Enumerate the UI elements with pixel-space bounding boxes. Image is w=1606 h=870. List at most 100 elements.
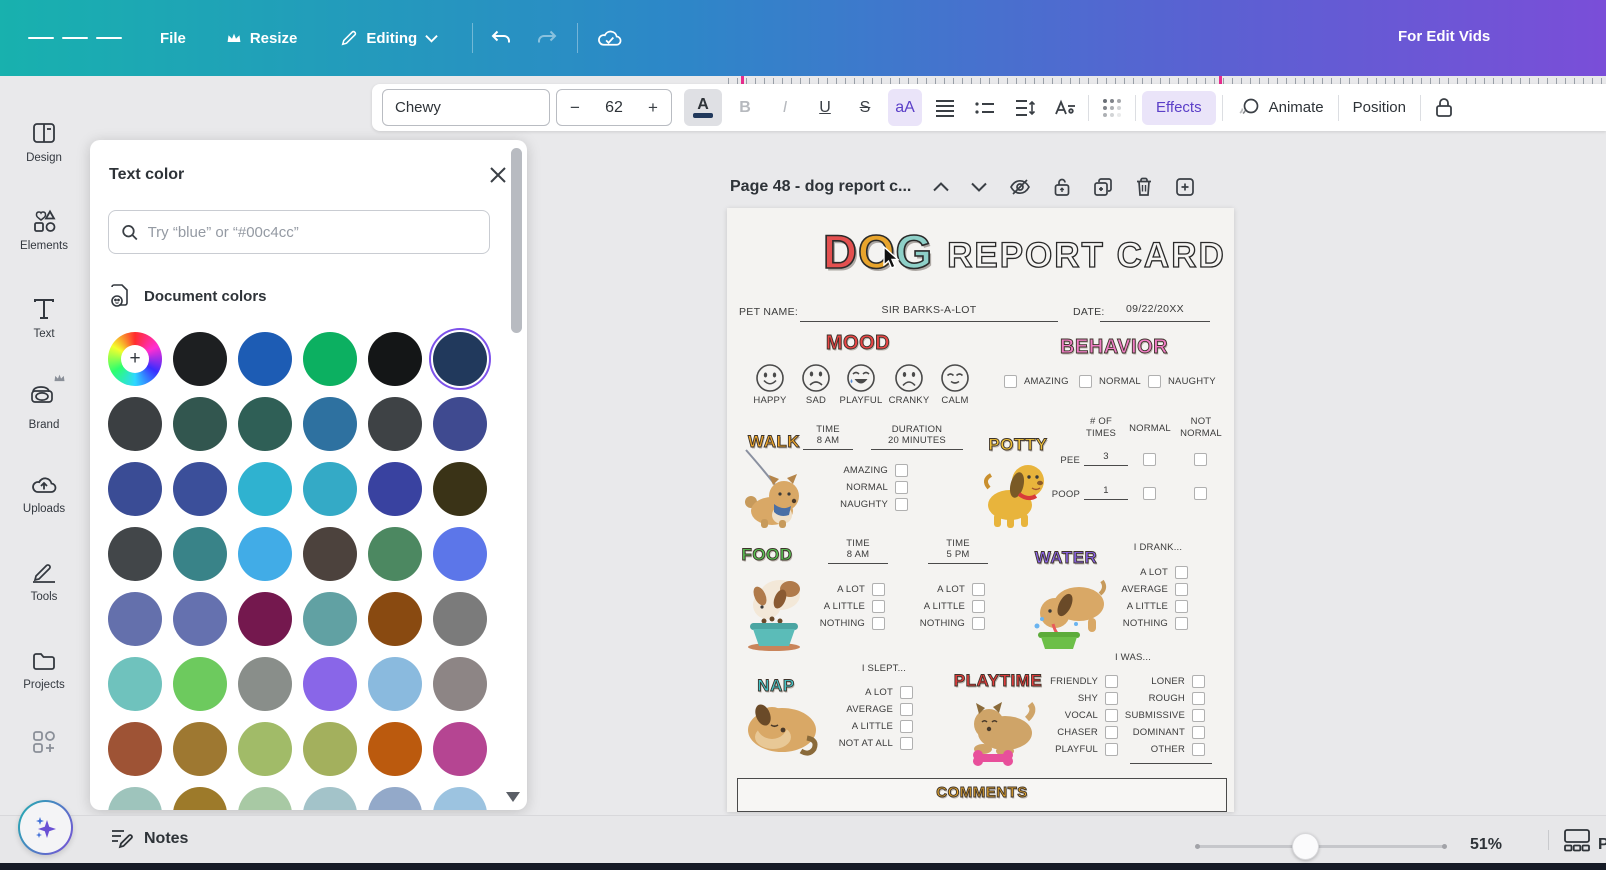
color-swatch[interactable]	[238, 332, 292, 386]
color-swatch[interactable]	[108, 722, 162, 776]
card-title[interactable]: DOG REPORT CARD	[823, 228, 1226, 275]
position-button[interactable]: Position	[1345, 99, 1414, 116]
color-swatch[interactable]	[433, 527, 487, 581]
color-swatch[interactable]	[238, 722, 292, 776]
color-swatch[interactable]	[303, 722, 357, 776]
move-page-down-button[interactable]	[971, 182, 987, 192]
transparency-button[interactable]	[1095, 89, 1129, 126]
color-swatch[interactable]	[238, 397, 292, 451]
text-case-button[interactable]: aA	[888, 89, 922, 126]
color-swatch[interactable]	[238, 462, 292, 516]
color-swatch[interactable]	[368, 787, 422, 810]
lock-page-button[interactable]	[1053, 177, 1071, 197]
panel-scrollbar[interactable]	[511, 148, 522, 333]
hide-page-button[interactable]	[1009, 178, 1031, 196]
duplicate-page-button[interactable]	[1093, 177, 1113, 197]
color-swatch[interactable]	[433, 787, 487, 810]
file-menu-button[interactable]: File	[160, 30, 186, 47]
font-family-selector[interactable]: Chewy	[382, 89, 550, 126]
sidebar-item-apps[interactable]	[6, 714, 82, 770]
animate-button[interactable]: Animate	[1229, 97, 1332, 119]
color-swatch[interactable]	[303, 592, 357, 646]
color-swatch[interactable]	[368, 462, 422, 516]
redo-button[interactable]	[535, 26, 559, 50]
color-swatch[interactable]	[173, 332, 227, 386]
line-spacing-button[interactable]	[1008, 89, 1042, 126]
color-swatch[interactable]	[173, 592, 227, 646]
close-panel-button[interactable]	[485, 162, 511, 188]
sidebar-item-brand[interactable]: Brand	[6, 362, 82, 450]
main-menu-button[interactable]	[28, 32, 122, 45]
color-swatch[interactable]	[303, 527, 357, 581]
color-swatch[interactable]	[433, 332, 487, 386]
zoom-percentage[interactable]: 51%	[1470, 836, 1502, 854]
letter-spacing-button[interactable]	[1048, 89, 1082, 126]
list-button[interactable]	[968, 89, 1002, 126]
color-swatch[interactable]	[173, 397, 227, 451]
color-swatch[interactable]	[108, 657, 162, 711]
magic-assistant-button[interactable]	[18, 800, 73, 855]
font-size-value[interactable]: 62	[605, 99, 623, 117]
color-swatch[interactable]	[368, 722, 422, 776]
delete-page-button[interactable]	[1135, 177, 1153, 197]
comments-section[interactable]: COMMENTS	[737, 778, 1227, 812]
color-swatch[interactable]	[173, 527, 227, 581]
font-size-increase-button[interactable]: +	[645, 98, 661, 118]
sidebar-item-uploads[interactable]: Uploads	[6, 450, 82, 538]
color-swatch[interactable]	[303, 787, 357, 810]
color-swatch[interactable]	[368, 657, 422, 711]
color-swatch[interactable]	[173, 462, 227, 516]
color-swatch[interactable]	[173, 722, 227, 776]
add-page-button[interactable]	[1175, 177, 1195, 197]
color-swatch[interactable]	[108, 397, 162, 451]
add-color-button[interactable]: +	[108, 332, 162, 386]
color-swatch[interactable]	[108, 787, 162, 810]
color-swatch[interactable]	[433, 592, 487, 646]
move-page-up-button[interactable]	[933, 182, 949, 192]
color-swatch[interactable]	[433, 397, 487, 451]
zoom-slider-thumb[interactable]	[1292, 833, 1319, 860]
page-title[interactable]: Page 48 - dog report c...	[730, 178, 911, 196]
color-swatch[interactable]	[173, 657, 227, 711]
color-swatch[interactable]	[303, 657, 357, 711]
sidebar-item-design[interactable]: Design	[6, 98, 82, 186]
effects-button[interactable]: Effects	[1142, 91, 1216, 125]
resize-button[interactable]: Resize	[226, 30, 298, 47]
bold-button[interactable]: B	[728, 89, 762, 126]
zoom-slider[interactable]	[1197, 845, 1445, 848]
italic-button[interactable]: I	[768, 89, 802, 126]
sidebar-item-elements[interactable]: Elements	[6, 186, 82, 274]
color-swatch[interactable]	[108, 592, 162, 646]
lock-button[interactable]	[1427, 89, 1461, 126]
color-swatch[interactable]	[303, 397, 357, 451]
project-name[interactable]: For Edit Vids	[1398, 28, 1490, 45]
color-swatch[interactable]	[303, 462, 357, 516]
underline-button[interactable]: U	[808, 89, 842, 126]
color-swatch[interactable]	[238, 787, 292, 810]
sidebar-item-text[interactable]: Text	[6, 274, 82, 362]
color-swatch[interactable]	[238, 527, 292, 581]
color-swatch[interactable]	[238, 657, 292, 711]
grid-view-button[interactable]	[1563, 828, 1591, 857]
text-color-button[interactable]: A	[684, 89, 722, 126]
color-swatch[interactable]	[108, 462, 162, 516]
scroll-down-arrow[interactable]	[506, 792, 520, 802]
save-status-button[interactable]	[596, 26, 623, 50]
color-swatch[interactable]	[238, 592, 292, 646]
color-search-input[interactable]	[148, 224, 477, 241]
editing-mode-dropdown[interactable]: Editing	[340, 29, 438, 47]
color-swatch[interactable]	[173, 787, 227, 810]
color-swatch[interactable]	[108, 527, 162, 581]
color-swatch[interactable]	[368, 397, 422, 451]
alignment-button[interactable]	[928, 89, 962, 126]
color-swatch[interactable]	[303, 332, 357, 386]
color-swatch[interactable]	[433, 657, 487, 711]
color-swatch[interactable]	[433, 722, 487, 776]
sidebar-item-projects[interactable]: Projects	[6, 626, 82, 714]
undo-button[interactable]	[489, 26, 513, 50]
design-page[interactable]: DOG REPORT CARD PET NAME: SIR BARKS-A-LO…	[727, 208, 1234, 812]
sidebar-item-tools[interactable]: Tools	[6, 538, 82, 626]
notes-button[interactable]: Notes	[110, 828, 188, 850]
color-swatch[interactable]	[368, 592, 422, 646]
font-size-decrease-button[interactable]: −	[567, 98, 583, 118]
